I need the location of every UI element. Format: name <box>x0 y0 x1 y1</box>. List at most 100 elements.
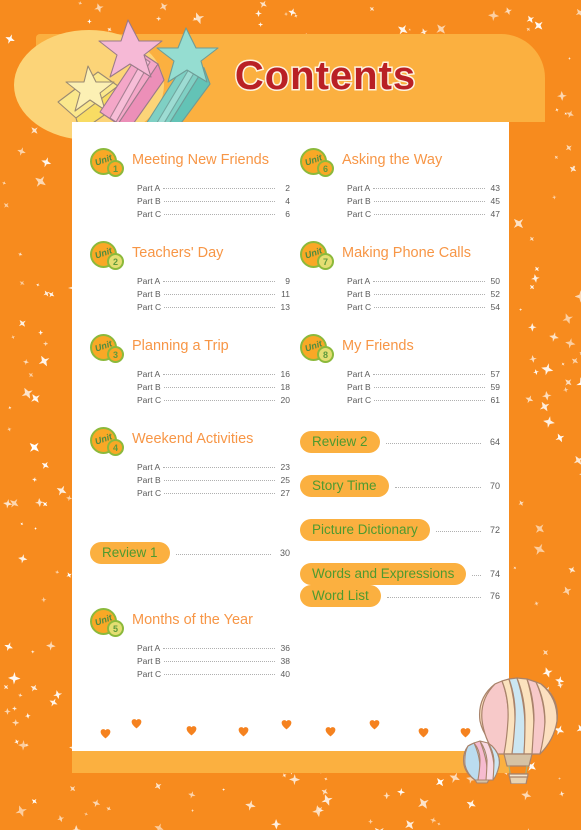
part-row[interactable]: Part C 27 <box>137 487 290 500</box>
part-label: Part C <box>137 395 162 405</box>
part-row[interactable]: Part B 59 <box>347 381 500 394</box>
sparkle-star-icon <box>39 459 51 471</box>
sparkle-star-icon <box>524 394 535 405</box>
unit-entry[interactable]: Unit 8 My Friends Part A 57 Part B 59 Part C 61 <box>300 334 500 407</box>
part-row[interactable]: Part A 16 <box>137 368 290 381</box>
leader-dots <box>373 387 485 388</box>
section-row[interactable]: Word List 76 <box>300 585 500 607</box>
section-entry[interactable]: Words and Expressions 74 <box>300 563 500 585</box>
sparkle-star-icon <box>43 341 49 347</box>
part-row[interactable]: Part C 6 <box>137 208 290 221</box>
part-row[interactable]: Part C 13 <box>137 301 290 314</box>
section-entry[interactable]: Word List 76 <box>300 585 500 607</box>
section-row[interactable]: Story Time 70 <box>300 475 500 497</box>
sparkle-star-icon <box>532 368 539 375</box>
sparkle-star-icon <box>28 390 43 405</box>
part-label: Part B <box>137 196 161 206</box>
sparkle-star-icon <box>537 399 552 414</box>
section-entry[interactable]: Review 2 64 <box>300 431 500 453</box>
part-row[interactable]: Part C 47 <box>347 208 500 221</box>
leader-dots <box>373 294 485 295</box>
section-entry[interactable]: Picture Dictionary 72 <box>300 519 500 541</box>
part-row[interactable]: Part B 52 <box>347 288 500 301</box>
part-row[interactable]: Part B 25 <box>137 474 290 487</box>
leader-dots <box>394 486 481 488</box>
part-row[interactable]: Part B 4 <box>137 195 290 208</box>
part-row[interactable]: Part B 18 <box>137 381 290 394</box>
section-row[interactable]: Review 2 64 <box>300 431 500 453</box>
unit-badge-icon: Unit 3 <box>90 334 124 366</box>
unit-header: Unit 1 Meeting New Friends <box>90 148 290 180</box>
sparkle-star-icon <box>270 819 281 830</box>
part-row[interactable]: Part A 9 <box>137 275 290 288</box>
part-row[interactable]: Part B 38 <box>137 655 290 668</box>
sparkle-star-icon <box>6 427 12 433</box>
sparkle-star-icon <box>93 1 105 13</box>
unit-entry[interactable]: Unit 5 Months of the Year Part A 36 Part B 38 P… <box>90 608 290 681</box>
unit-number-circle: 2 <box>107 253 124 270</box>
sparkle-star-icon <box>8 405 12 409</box>
sparkle-star-icon <box>48 696 60 708</box>
sparkle-star-icon <box>528 235 536 243</box>
part-page-number: 40 <box>280 669 290 679</box>
section-row[interactable]: Review 1 30 <box>90 542 290 564</box>
sparkle-star-icon <box>12 706 18 712</box>
section-entry[interactable]: Review 1 30 <box>90 542 290 564</box>
unit-entry[interactable]: Unit 6 Asking the Way Part A 43 Part B 45 Part … <box>300 148 500 221</box>
leader-dots <box>163 201 275 202</box>
part-row[interactable]: Part C 54 <box>347 301 500 314</box>
leader-dots <box>164 493 275 494</box>
sparkle-star-icon <box>315 805 324 814</box>
sparkle-star-icon <box>531 521 547 537</box>
part-label: Part C <box>347 302 372 312</box>
unit-parts-list: Part A 50 Part B 52 Part C 54 <box>347 275 500 314</box>
sparkle-star-icon <box>541 390 552 401</box>
section-row[interactable]: Words and Expressions 74 <box>300 563 500 585</box>
part-row[interactable]: Part C 61 <box>347 394 500 407</box>
sparkle-star-icon <box>574 290 581 303</box>
sparkle-star-icon <box>293 13 298 18</box>
unit-entry[interactable]: Unit 1 Meeting New Friends Part A 2 Part B 4 Pa… <box>90 148 290 221</box>
sparkle-star-icon <box>525 26 532 33</box>
unit-number: 4 <box>112 443 118 453</box>
unit-entry[interactable]: Unit 3 Planning a Trip Part A 16 Part B 18 Part… <box>90 334 290 407</box>
sparkle-star-icon <box>578 350 581 357</box>
sparkle-star-icon <box>243 799 256 812</box>
sparkle-star-icon <box>16 318 28 330</box>
part-row[interactable]: Part C 40 <box>137 668 290 681</box>
part-row[interactable]: Part B 45 <box>347 195 500 208</box>
part-label: Part A <box>137 276 161 286</box>
sparkle-star-icon <box>510 214 528 232</box>
part-label: Part B <box>137 382 161 392</box>
part-row[interactable]: Part B 11 <box>137 288 290 301</box>
part-page-number: 16 <box>280 369 290 379</box>
sparkle-star-icon <box>383 792 390 799</box>
sparkle-star-icon <box>564 337 577 350</box>
part-row[interactable]: Part A 2 <box>137 182 290 195</box>
sparkle-star-icon <box>34 498 44 508</box>
sparkle-star-icon <box>528 323 537 332</box>
unit-entry[interactable]: Unit 7 Making Phone Calls Part A 50 Part B 52 P… <box>300 241 500 314</box>
sparkle-star-icon <box>575 376 581 392</box>
part-row[interactable]: Part A 43 <box>347 182 500 195</box>
heart-icon <box>99 727 112 740</box>
section-row[interactable]: Picture Dictionary 72 <box>300 519 500 541</box>
unit-entry[interactable]: Unit 2 Teachers' Day Part A 9 Part B 11 Part C 1… <box>90 241 290 314</box>
part-row[interactable]: Part A 50 <box>347 275 500 288</box>
part-row[interactable]: Part A 57 <box>347 368 500 381</box>
sparkle-star-icon <box>17 553 28 564</box>
sparkle-star-icon <box>512 565 517 570</box>
part-row[interactable]: Part C 20 <box>137 394 290 407</box>
sparkle-star-icon <box>437 821 442 826</box>
unit-parts-list: Part A 16 Part B 18 Part C 20 <box>137 368 290 407</box>
section-entry[interactable]: Story Time 70 <box>300 475 500 497</box>
heart-icon <box>237 725 250 738</box>
part-row[interactable]: Part A 36 <box>137 642 290 655</box>
unit-entry[interactable]: Unit 4 Weekend Activities Part A 23 Part B 25 P… <box>90 427 290 500</box>
part-row[interactable]: Part A 23 <box>137 461 290 474</box>
contents-card: Unit 1 Meeting New Friends Part A 2 Part B 4 Pa… <box>72 122 509 773</box>
section-page-number: 70 <box>489 481 500 491</box>
sparkle-star-icon <box>42 289 52 299</box>
unit-number: 1 <box>112 164 118 174</box>
part-page-number: 57 <box>490 369 500 379</box>
